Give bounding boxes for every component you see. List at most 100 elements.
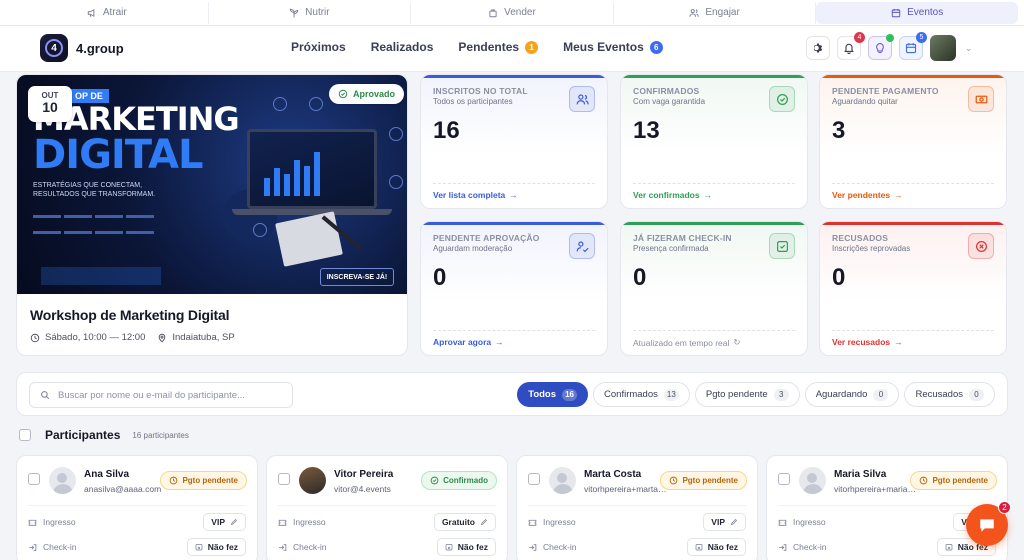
ticket-row: Ingresso VIP: [778, 513, 996, 531]
stat-label: PENDENTE PAGAMENTO: [832, 86, 939, 96]
stat-link[interactable]: Ver recusados →: [832, 337, 903, 347]
participant-status-badge: Pgto pendente: [910, 471, 997, 490]
stat-link[interactable]: Ver confirmados →: [633, 190, 712, 200]
chip-confirmados[interactable]: Confirmados 13: [593, 382, 690, 407]
poster-title-line2: DIGITAL: [33, 132, 203, 178]
strip-item-engajar[interactable]: Engajar: [614, 1, 817, 24]
chip-label: Confirmados: [604, 389, 658, 400]
participant-checkbox[interactable]: [278, 473, 290, 485]
calendar-button[interactable]: 5: [899, 32, 927, 60]
pencil-icon: [730, 518, 738, 526]
notifications-button[interactable]: 4: [837, 32, 865, 60]
card-accent-bar: [820, 75, 1006, 78]
chip-recusados[interactable]: Recusados 0: [904, 382, 995, 407]
settings-button[interactable]: [806, 36, 830, 60]
strip-item-eventos[interactable]: Eventos: [816, 1, 1018, 24]
nav-realizados[interactable]: Realizados: [371, 40, 434, 54]
ticket-label-text: Ingresso: [43, 517, 76, 527]
checkin-icon: [29, 543, 37, 551]
chip-todos[interactable]: Todos 16: [517, 382, 589, 407]
status-filter-chips: Todos 16 Confirmados 13 Pgto pendente 3 Agu…: [517, 382, 995, 407]
stat-link[interactable]: Ver lista completa →: [433, 190, 518, 200]
event-card[interactable]: OP DE MARKETING DIGITAL ESTRATÉGIAS QUE …: [16, 74, 408, 356]
stat-link[interactable]: Aprovar agora →: [433, 337, 504, 347]
stat-sublabel: Inscrições reprovadas: [832, 244, 911, 253]
brand-logo[interactable]: 4: [40, 34, 68, 62]
participant-checkbox[interactable]: [778, 473, 790, 485]
category-strip: Atrair Nutrir Vender Engajar Eventos: [0, 0, 1024, 26]
participant-card[interactable]: Maria Silva vitorhpereira+mariasilva@gma…: [766, 455, 1008, 560]
checkin-value-button[interactable]: Não fez: [436, 538, 496, 556]
stat-card[interactable]: PENDENTE PAGAMENTO Aguardando quitar 3 V…: [819, 74, 1007, 209]
poster-cta: INSCREVA-SE JÁ!: [320, 268, 394, 286]
stat-sublabel: Aguardam moderação: [433, 244, 513, 253]
participant-avatar: [549, 467, 576, 494]
chat-button[interactable]: 2: [966, 501, 1011, 546]
users-icon: [576, 93, 589, 104]
chevron-down-icon[interactable]: ⌄: [965, 43, 973, 54]
pencil-icon: [230, 518, 238, 526]
ticket-icon: [528, 519, 537, 526]
event-time: Sábado, 10:00 — 12:00: [30, 332, 145, 343]
participant-avatar: [299, 467, 326, 494]
participant-card[interactable]: Ana Silva anasilva@aaaa.com Pgto pendent…: [16, 455, 258, 560]
chip-pgto-pendente[interactable]: Pgto pendente 3: [694, 382, 800, 407]
select-all-checkbox[interactable]: [19, 429, 31, 441]
stat-icon-box: [769, 233, 795, 259]
ticket-value-button[interactable]: VIP: [703, 513, 746, 531]
card-accent-bar: [820, 222, 1006, 225]
brand-name[interactable]: 4.group: [76, 41, 124, 56]
stat-card[interactable]: INSCRITOS NO TOTAL Todos os participante…: [420, 74, 608, 209]
stat-card[interactable]: JÁ FIZERAM CHECK-IN Presença confirmada …: [620, 221, 808, 356]
participant-checkbox[interactable]: [528, 473, 540, 485]
calendar-badge: 5: [916, 32, 927, 43]
stat-value: 0: [433, 264, 447, 291]
checkin-row: Check-in Não fez: [528, 538, 746, 556]
users-icon: [689, 8, 700, 17]
strip-item-atrair[interactable]: Atrair: [6, 1, 209, 24]
chat-bubble-icon: [980, 519, 994, 532]
card-divider: [832, 330, 994, 331]
participant-card[interactable]: Vitor Pereira vitor@4.events Confirmado …: [266, 455, 508, 560]
ai-assistant-button[interactable]: [868, 34, 894, 60]
event-status-badge: Aprovado: [329, 84, 405, 104]
ticket-value: VIP: [211, 517, 225, 527]
card-accent-bar: [621, 222, 807, 225]
event-status-label: Aprovado: [353, 89, 396, 99]
nav-meus-eventos[interactable]: Meus Eventos 6: [563, 40, 663, 54]
chip-count: 3: [773, 388, 789, 401]
participant-checkbox[interactable]: [28, 473, 40, 485]
nav-pendentes[interactable]: Pendentes 1: [458, 40, 539, 54]
calendar-x-icon: [195, 544, 203, 551]
search-box[interactable]: [29, 382, 293, 408]
map-pin-icon: [159, 333, 166, 342]
stat-card[interactable]: PENDENTE APROVAÇÃO Aguardam moderação 0 …: [420, 221, 608, 356]
main-nav: Próximos Realizados Pendentes 1 Meus Even…: [291, 40, 663, 54]
strip-item-vender[interactable]: Vender: [411, 1, 614, 24]
participant-email: vitor@4.events: [334, 484, 391, 494]
checkin-value-button[interactable]: Não fez: [186, 538, 246, 556]
chip-aguardando[interactable]: Aguardando 0: [804, 382, 900, 407]
ticket-icon: [278, 519, 287, 526]
participant-card[interactable]: Marta Costa vitorhpereira+martacosta@gma…: [516, 455, 758, 560]
check-circle-icon: [430, 476, 439, 485]
search-input[interactable]: [58, 389, 278, 401]
strip-item-nutrir[interactable]: Nutrir: [209, 1, 412, 24]
stat-sublabel: Com vaga garantida: [633, 97, 706, 106]
calendar-x-icon: [945, 544, 953, 551]
checkin-label: Check-in: [528, 542, 577, 552]
ticket-value-button[interactable]: VIP: [203, 513, 246, 531]
stat-link[interactable]: Ver pendentes →: [832, 190, 903, 200]
checkin-value-button[interactable]: Não fez: [686, 538, 746, 556]
stat-card[interactable]: RECUSADOS Inscrições reprovadas 0 Ver re…: [819, 221, 1007, 356]
strip-label: Atrair: [102, 7, 127, 18]
stat-icon-box: [769, 86, 795, 112]
user-avatar[interactable]: [930, 35, 956, 61]
clock-icon: [920, 476, 928, 485]
checkin-row: Check-in Não fez: [778, 538, 996, 556]
checkin-icon: [776, 240, 788, 252]
checkin-value: Não fez: [707, 542, 738, 552]
ticket-value-button[interactable]: Gratuito: [433, 513, 496, 531]
stat-card[interactable]: CONFIRMADOS Com vaga garantida 13 Ver co…: [620, 74, 808, 209]
nav-proximos[interactable]: Próximos: [291, 40, 346, 54]
